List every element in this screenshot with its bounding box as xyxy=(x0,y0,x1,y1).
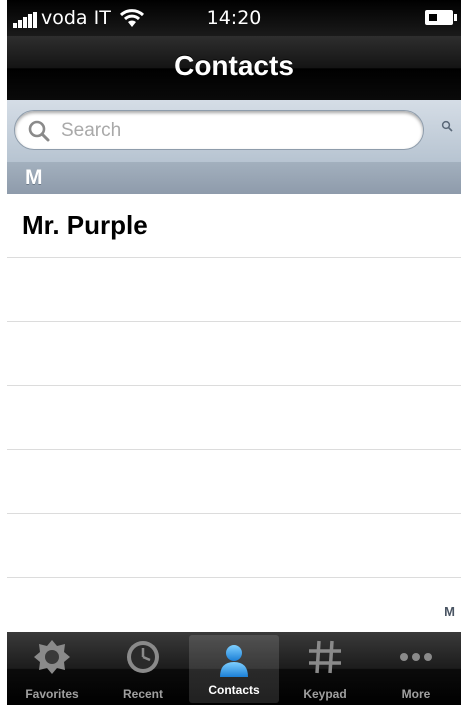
more-icon xyxy=(400,653,432,661)
tab-label: Keypad xyxy=(303,687,347,701)
tab-favorites[interactable]: Favorites xyxy=(7,632,97,705)
tab-label: Contacts xyxy=(208,683,260,697)
empty-row xyxy=(7,258,461,322)
clock-icon xyxy=(127,641,159,673)
search-field[interactable] xyxy=(14,110,424,150)
empty-row xyxy=(7,514,461,578)
phone-screen: voda IT 14:20 Contacts M Mr. Purple xyxy=(0,0,468,705)
tab-keypad[interactable]: Keypad xyxy=(280,632,370,705)
empty-row xyxy=(7,386,461,450)
keypad-icon xyxy=(309,640,341,674)
tab-label: Recent xyxy=(122,687,163,701)
battery-icon xyxy=(425,10,457,25)
page-title: Contacts xyxy=(174,50,294,81)
index-search-icon[interactable] xyxy=(441,120,453,132)
gear-icon xyxy=(34,640,70,674)
contact-list: Mr. Purple xyxy=(7,194,461,632)
tab-bar: Favorites Recent Contacts Keypad More xyxy=(7,632,461,705)
search-bar xyxy=(7,100,461,163)
contact-row[interactable]: Mr. Purple xyxy=(7,194,461,258)
tab-recent[interactable]: Recent xyxy=(98,632,188,705)
tab-contacts[interactable]: Contacts xyxy=(189,635,279,703)
tab-label: More xyxy=(401,687,431,701)
tab-label: Favorites xyxy=(25,687,79,701)
status-bar: voda IT 14:20 xyxy=(7,0,461,36)
empty-row xyxy=(7,450,461,514)
empty-row xyxy=(7,322,461,386)
person-icon xyxy=(220,645,248,677)
contact-name: Mr. Purple xyxy=(22,210,148,240)
section-header: M xyxy=(7,162,461,194)
index-bar-letter[interactable]: M xyxy=(444,604,455,619)
tab-more[interactable]: More xyxy=(371,632,461,705)
search-icon xyxy=(28,120,50,142)
section-header-letter: M xyxy=(25,166,43,189)
search-input[interactable] xyxy=(59,117,403,145)
navigation-bar: Contacts xyxy=(7,36,461,100)
clock-time: 14:20 xyxy=(206,7,262,29)
